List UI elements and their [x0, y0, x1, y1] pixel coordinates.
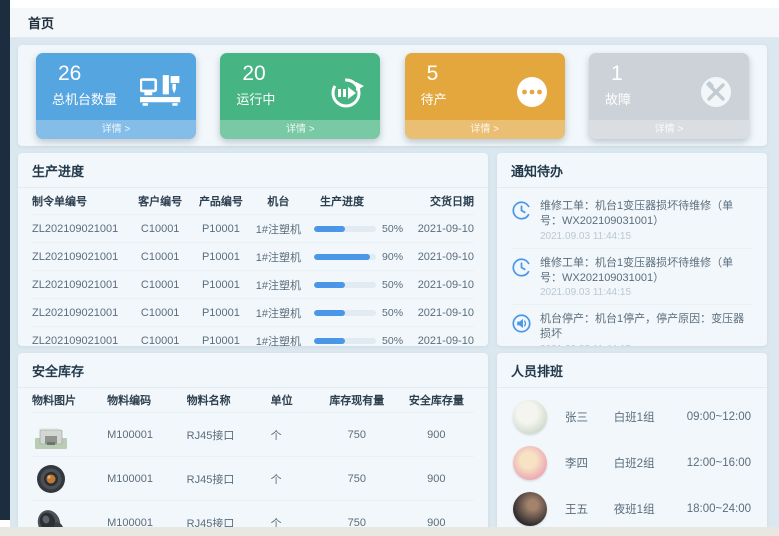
shift-label: 白班1组 — [614, 409, 687, 425]
avatar — [513, 492, 547, 526]
stat-label: 总机台数量 — [52, 89, 117, 108]
breadcrumb-bar: 首页 — [10, 8, 779, 38]
notification-item[interactable]: 维修工单：机台1变压器损坏待维修（单号：WX202109031001） 2021… — [511, 192, 753, 249]
machine-icon — [140, 73, 182, 112]
clock-icon — [511, 257, 532, 299]
detail-link[interactable]: 详情 > — [589, 120, 749, 139]
stat-value: 5 — [427, 62, 439, 86]
col-unit: 单位 — [271, 392, 315, 408]
table-row: ZL202109021001 C10001 P10001 1#注塑机 50% 2… — [32, 215, 474, 243]
notification-item[interactable]: 维修工单：机台1变压器损坏待维修（单号：WX202109031001） 2021… — [511, 249, 753, 306]
person-name: 王五 — [565, 501, 614, 517]
stat-label: 故障 — [605, 89, 631, 108]
stat-label: 待产 — [421, 89, 447, 108]
stat-card-total-machines[interactable]: 26 总机台数量 — [36, 53, 196, 139]
page-title: 首页 — [28, 13, 54, 32]
material-image-rj45 — [32, 418, 107, 452]
material-image-speaker-driver — [32, 462, 107, 496]
col-customer-no: 客户编号 — [129, 193, 191, 209]
table-row: M100001 RJ45接口 个 750 900 — [32, 501, 474, 527]
person-name: 张三 — [565, 409, 614, 425]
table-row: ZL202109021001 C10001 P10001 1#注塑机 50% 2… — [32, 299, 474, 327]
detail-link[interactable]: 详情 > — [220, 120, 380, 139]
dashboard-screen: 首页 26 总机台数量 — [0, 0, 779, 536]
main-area: 首页 26 总机台数量 — [10, 8, 779, 527]
table-row: ZL202109021001 C10001 P10001 1#注塑机 50% 2… — [32, 271, 474, 299]
progress-cell: 90% — [306, 251, 408, 263]
notifications-panel: 通知待办 维修工单：机台1变压器损坏待维修（单号：WX202109031001） — [497, 153, 767, 346]
personnel-schedule-panel: 人员排班 张三 白班1组 09:00~12:00 李四 白班2组 1 — [497, 353, 767, 527]
notification-list: 维修工单：机台1变压器损坏待维修（单号：WX202109031001） 2021… — [497, 188, 767, 346]
detail-link[interactable]: 详情 > — [405, 120, 565, 139]
stat-card-running[interactable]: 20 运行中 详情 > — [220, 53, 380, 139]
schedule-row: 张三 白班1组 09:00~12:00 — [513, 394, 751, 440]
production-progress-panel: 生产进度 制令单编号 客户编号 产品编号 机台 生产进度 交货日期 ZL2021… — [18, 153, 488, 346]
progress-bar — [314, 282, 376, 288]
shift-label: 夜班1组 — [614, 501, 687, 517]
progress-bar — [314, 226, 376, 232]
tools-icon — [697, 73, 735, 116]
detail-link[interactable]: 详情 > — [36, 120, 196, 139]
col-current-stock: 库存现有量 — [315, 392, 399, 408]
safety-stock-panel: 安全库存 物料图片 物料编码 物料名称 单位 库存现有量 安全库存量 — [18, 353, 488, 527]
production-table: 制令单编号 客户编号 产品编号 机台 生产进度 交货日期 ZL202109021… — [18, 188, 488, 346]
progress-bar — [314, 310, 376, 316]
panel-title-schedule: 人员排班 — [497, 353, 767, 388]
schedule-row: 李四 白班2组 12:00~16:00 — [513, 440, 751, 486]
col-material-image: 物料图片 — [32, 392, 107, 408]
material-image-speaker-cone — [32, 506, 107, 527]
col-progress: 生产进度 — [306, 193, 408, 209]
progress-cell: 50% — [306, 223, 408, 235]
table-row: M100001 RJ45接口 个 750 900 — [32, 457, 474, 501]
table-row: ZL202109021001 C10001 P10001 1#注塑机 90% 2… — [32, 243, 474, 271]
col-safety-stock: 安全库存量 — [399, 392, 474, 408]
panel-title-inventory: 安全库存 — [18, 353, 488, 388]
stat-cards-panel: 26 总机台数量 — [18, 45, 767, 146]
avatar — [513, 400, 547, 434]
schedule-list: 张三 白班1组 09:00~12:00 李四 白班2组 12:00~16:00 — [497, 388, 767, 527]
col-machine: 机台 — [251, 193, 306, 209]
production-table-header: 制令单编号 客户编号 产品编号 机台 生产进度 交货日期 — [32, 188, 474, 215]
progress-bar — [314, 338, 376, 344]
stat-value: 1 — [611, 62, 623, 86]
stat-card-fault[interactable]: 1 故障 详情 > — [589, 53, 749, 139]
schedule-row: 王五 夜班1组 18:00~24:00 — [513, 486, 751, 527]
stat-card-waiting[interactable]: 5 待产 详情 > — [405, 53, 565, 139]
shift-label: 白班2组 — [614, 455, 687, 471]
ellipsis-icon — [513, 73, 551, 116]
table-row: M100001 RJ45接口 个 750 900 — [32, 413, 474, 457]
panel-title-production: 生产进度 — [18, 153, 488, 188]
table-row: ZL202109021001 C10001 P10001 1#注塑机 50% 2… — [32, 327, 474, 346]
avatar — [513, 446, 547, 480]
shift-time: 12:00~16:00 — [687, 457, 751, 469]
sidebar-edge — [0, 0, 10, 520]
progress-cell: 50% — [306, 279, 408, 291]
inventory-table: 物料图片 物料编码 物料名称 单位 库存现有量 安全库存量 — [18, 388, 488, 527]
progress-cell: 50% — [306, 307, 408, 319]
progress-cell: 50% — [306, 335, 408, 346]
shift-time: 09:00~12:00 — [687, 411, 751, 423]
speaker-icon — [511, 313, 532, 346]
stat-value: 26 — [58, 62, 81, 86]
running-icon — [326, 73, 366, 118]
col-product-no: 产品编号 — [191, 193, 251, 209]
inventory-table-header: 物料图片 物料编码 物料名称 单位 库存现有量 安全库存量 — [32, 388, 474, 413]
col-order-no: 制令单编号 — [32, 193, 129, 209]
stat-label: 运行中 — [236, 89, 275, 108]
progress-bar — [314, 254, 376, 260]
panel-title-notifications: 通知待办 — [497, 153, 767, 188]
col-material-code: 物料编码 — [107, 392, 187, 408]
bottom-edge — [0, 527, 779, 536]
shift-time: 18:00~24:00 — [687, 503, 751, 515]
col-material-name: 物料名称 — [187, 392, 271, 408]
content-area: 26 总机台数量 — [10, 38, 779, 527]
stat-value: 20 — [242, 62, 265, 86]
clock-icon — [511, 200, 532, 242]
notification-item[interactable]: 机台停产：机台1停产，停产原因：变压器损坏 2021.09.03 11:44:1… — [511, 305, 753, 346]
person-name: 李四 — [565, 455, 614, 471]
col-delivery-date: 交货日期 — [408, 193, 474, 209]
